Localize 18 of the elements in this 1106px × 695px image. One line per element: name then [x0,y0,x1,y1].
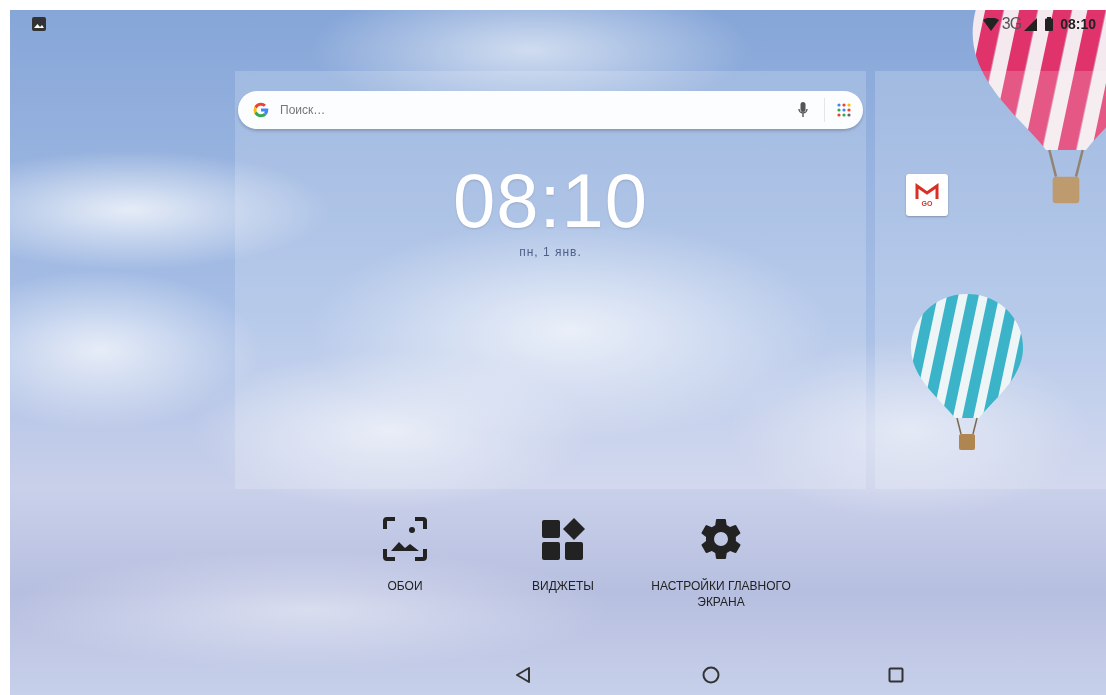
wallpaper-icon [381,515,429,563]
home-icon[interactable] [702,666,720,684]
recents-icon[interactable] [888,667,904,683]
wallpaper-option[interactable]: ОБОИ [330,514,480,610]
settings-option[interactable]: НАСТРОЙКИ ГЛАВНОГО ЭКРАНА [646,514,796,610]
microphone-icon[interactable] [798,102,808,118]
search-field[interactable]: Поиск… [238,91,863,129]
cell-signal-icon [1024,17,1038,31]
image-notification-icon [32,17,46,31]
g-logo-icon[interactable] [252,101,270,119]
widgets-option[interactable]: ВИДЖЕТЫ [488,514,638,610]
app-grid-icon[interactable] [837,103,851,117]
search-input[interactable]: Поиск… [278,97,798,123]
wifi-icon [982,17,999,31]
battery-icon [1045,17,1054,31]
widgets-icon [540,516,586,562]
clock-date: пн, 1 янв. [519,245,582,259]
back-icon[interactable] [515,666,531,684]
